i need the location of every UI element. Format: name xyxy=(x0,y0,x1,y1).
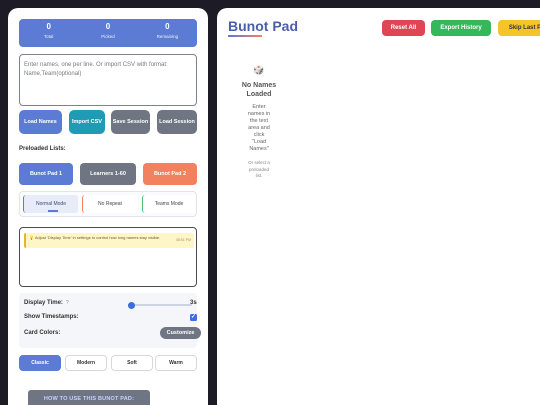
timestamps-label: Show Timestamps: xyxy=(24,314,79,320)
display-time-label: Display Time: xyxy=(24,300,63,306)
load-session-button[interactable]: Load Session xyxy=(157,110,197,134)
preloaded-bunot-pad-1-button[interactable]: Bunot Pad 1 xyxy=(19,163,73,185)
empty-state-title: No Names Loaded xyxy=(241,82,277,98)
stats-bar: 0 Total 0 Picked 0 Remaining xyxy=(19,19,197,47)
stat-total-label: Total xyxy=(43,34,54,39)
page-title: Bunot Pad xyxy=(228,18,298,34)
customize-button[interactable]: Customize xyxy=(160,327,201,339)
preloaded-lists-title: Preloaded Lists: xyxy=(19,146,66,152)
stat-picked: 0 Picked xyxy=(78,19,137,47)
stat-picked-label: Picked xyxy=(101,34,115,39)
display-time-hint: 💡 Adjust 'Display Time' in settings to c… xyxy=(24,233,194,248)
display-time-setting: Display Time:? 3s xyxy=(24,300,197,310)
empty-state-subtext: Or select a preloaded list. xyxy=(248,160,270,178)
theme-selector: Classic Modern Soft Warm xyxy=(19,355,197,371)
tab-no-repeat[interactable]: No Repeat xyxy=(82,195,137,213)
reset-all-button[interactable]: Reset All xyxy=(382,20,425,36)
help-icon[interactable]: ? xyxy=(66,300,69,306)
title-underline xyxy=(228,35,262,37)
stat-remaining: 0 Remaining xyxy=(138,19,197,47)
preloaded-learners-button[interactable]: Learners 1-60 xyxy=(80,163,136,185)
import-csv-button[interactable]: Import CSV xyxy=(69,110,105,134)
save-session-button[interactable]: Save Session xyxy=(111,110,150,134)
timestamps-setting: Show Timestamps: ✓ xyxy=(24,314,197,324)
empty-state: 🎲 No Names Loaded Enter names in the tex… xyxy=(239,65,279,179)
card-colors-setting: Card Colors: Customize xyxy=(24,327,201,340)
stat-picked-value: 0 xyxy=(105,22,111,31)
preloaded-bunot-pad-2-button[interactable]: Bunot Pad 2 xyxy=(143,163,197,185)
display-time-value: 3s xyxy=(190,300,197,306)
stat-remaining-value: 0 xyxy=(165,22,170,31)
display-time-slider[interactable] xyxy=(127,301,192,309)
active-mode-indicator xyxy=(48,210,58,212)
card-colors-label: Card Colors: xyxy=(24,330,61,336)
tab-teams-mode[interactable]: Teams Mode xyxy=(142,195,195,213)
theme-warm-button[interactable]: Warm xyxy=(155,355,197,371)
theme-classic-button[interactable]: Classic xyxy=(19,355,61,371)
history-panel[interactable]: 💡 Adjust 'Display Time' in settings to c… xyxy=(19,227,197,287)
dice-icon: 🎲 xyxy=(253,65,265,75)
theme-soft-button[interactable]: Soft xyxy=(111,355,153,371)
mode-selector: Normal Mode No Repeat Teams Mode xyxy=(19,191,197,217)
export-history-button[interactable]: Export History xyxy=(431,20,491,36)
action-buttons: Load Names Import CSV Save Session Load … xyxy=(19,110,197,134)
names-input[interactable] xyxy=(19,54,197,106)
control-panel: 0 Total 0 Picked 0 Remaining Load Names … xyxy=(8,8,208,405)
stat-remaining-label: Remaining xyxy=(156,34,179,39)
hint-timestamp: 08:51 PM xyxy=(176,238,191,242)
load-names-button[interactable]: Load Names xyxy=(19,110,62,134)
timestamps-checkbox[interactable]: ✓ xyxy=(190,314,197,321)
skip-last-button[interactable]: Skip Last P xyxy=(498,20,540,36)
hint-text: 💡 Adjust 'Display Time' in settings to c… xyxy=(29,235,161,240)
stat-total-value: 0 xyxy=(46,22,51,31)
theme-modern-button[interactable]: Modern xyxy=(65,355,107,371)
how-to-use-button[interactable]: HOW TO USE THIS BUNOT PAD: xyxy=(28,390,150,405)
empty-state-description: Enter names in the text area and click "… xyxy=(247,103,271,153)
preloaded-lists: Bunot Pad 1 Learners 1-60 Bunot Pad 2 xyxy=(19,163,197,185)
main-panel: Bunot Pad Reset All Export History Skip … xyxy=(217,8,540,405)
settings-panel: Display Time:? 3s Show Timestamps: ✓ Car… xyxy=(19,293,201,348)
stat-total: 0 Total xyxy=(19,19,78,47)
slider-thumb[interactable] xyxy=(127,301,135,309)
